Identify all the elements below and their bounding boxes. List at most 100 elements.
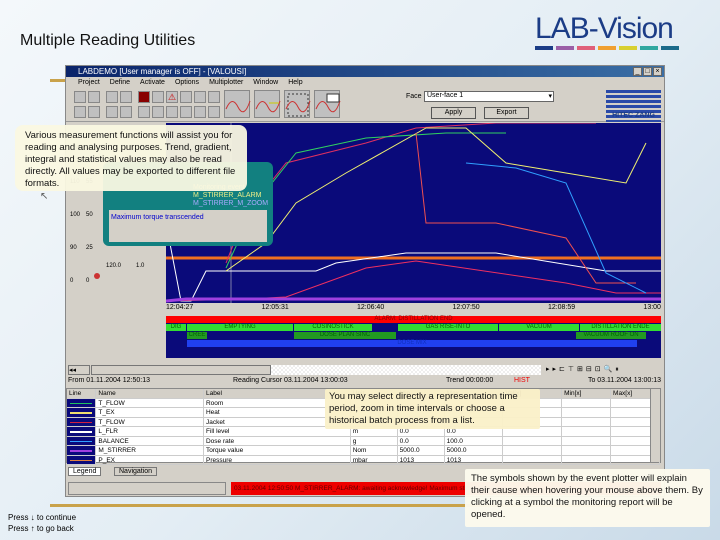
event-bar[interactable]: GAS RISE-INTO bbox=[398, 324, 498, 331]
table-row[interactable]: BALANCE Dose rate g 0.0 100.0 bbox=[67, 436, 660, 446]
tool-icon[interactable] bbox=[106, 91, 118, 103]
tool-icon[interactable] bbox=[194, 91, 206, 103]
table-scrollbar[interactable] bbox=[650, 389, 660, 462]
cell-label: Pressure bbox=[204, 455, 351, 464]
tab-navigation[interactable]: Navigation bbox=[114, 467, 158, 476]
cell-name: T_FLOW bbox=[96, 398, 204, 407]
event-bar[interactable]: VACUUM bbox=[499, 324, 579, 331]
tool-icon[interactable] bbox=[88, 106, 100, 118]
menu-multiplotter[interactable]: Multiplotter bbox=[209, 77, 243, 88]
event-bar[interactable]: DOSE MIX bbox=[187, 340, 637, 347]
event-bar[interactable]: DOSE PLAN SINC bbox=[294, 332, 396, 339]
minimize-button[interactable]: _ bbox=[633, 67, 642, 76]
line-swatch bbox=[67, 455, 97, 464]
event-bar[interactable]: EMPTYING bbox=[187, 324, 293, 331]
trend-line-temp bbox=[225, 127, 647, 272]
face-label: Face bbox=[406, 93, 422, 100]
maximize-button[interactable]: □ bbox=[643, 67, 652, 76]
menu-options[interactable]: Options bbox=[175, 77, 199, 88]
event-bar[interactable]: DIG bbox=[166, 324, 186, 331]
face-select-value: User-face 1 bbox=[427, 92, 464, 99]
tool-icon[interactable] bbox=[194, 106, 206, 118]
tab-legend[interactable]: Legend bbox=[68, 467, 102, 476]
event-bar[interactable]: VACUUM ROOF ON bbox=[576, 332, 646, 339]
to-time[interactable]: To 03.11.2004 13:00:13 bbox=[588, 377, 661, 384]
tool-icon[interactable] bbox=[138, 106, 150, 118]
export-button[interactable]: Export bbox=[484, 107, 529, 119]
time-axis: 12:04:27 12:05:31 12:06:40 12:07:50 12:08:59… bbox=[166, 304, 661, 314]
navigation-hint: Press ↓ to continue Press ↑ to go back bbox=[8, 512, 76, 534]
table-row[interactable]: M_STIRRER Torque value Nom 5000.0 5000.0 bbox=[67, 446, 660, 456]
toolbar: ⚠ Face User-face 1 ▾ Apply Export HITEC Z… bbox=[66, 88, 664, 122]
trend-curve-icon[interactable] bbox=[224, 90, 251, 118]
cell-unit: Nom bbox=[351, 446, 398, 455]
axis-3: 120.0 bbox=[106, 263, 122, 269]
column-header[interactable]: Min[x] bbox=[562, 389, 612, 398]
menu-activate[interactable]: Activate bbox=[140, 77, 165, 88]
window-titlebar: LABDEMO [User manager is OFF] - [VALOUSI… bbox=[66, 66, 664, 77]
cell-min: 0.0 bbox=[398, 436, 445, 445]
tool-icon[interactable] bbox=[180, 91, 192, 103]
event-bar[interactable]: DISTILLATION ENDE bbox=[580, 324, 661, 331]
table-row[interactable]: P_EX Pressure mbar 1013 1013 bbox=[67, 455, 660, 465]
hist-label[interactable]: HIST bbox=[514, 377, 530, 384]
scrollbar-thumb[interactable] bbox=[91, 365, 271, 375]
column-header[interactable]: Line bbox=[67, 389, 97, 398]
column-header[interactable]: Name bbox=[96, 389, 204, 398]
tool-icon[interactable] bbox=[208, 91, 220, 103]
chevron-down-icon: ▾ bbox=[548, 93, 552, 100]
tool-icon[interactable] bbox=[166, 106, 178, 118]
tool-icon[interactable] bbox=[180, 106, 192, 118]
integral-icon[interactable] bbox=[284, 90, 311, 118]
time-label: 12:08:59 bbox=[547, 304, 576, 311]
from-time[interactable]: From 01.11.2004 12:50:13 bbox=[68, 377, 150, 384]
time-label: 12:06:40 bbox=[356, 304, 385, 311]
tool-icon[interactable] bbox=[106, 106, 118, 118]
statistics-icon[interactable] bbox=[314, 90, 341, 118]
menu-help[interactable]: Help bbox=[288, 77, 302, 88]
trend-line-orange bbox=[415, 132, 636, 284]
tool-icon[interactable] bbox=[138, 91, 150, 103]
cell-unit: g bbox=[351, 436, 398, 445]
cell-name: M_STIRRER bbox=[96, 446, 204, 455]
tool-icon[interactable] bbox=[152, 91, 164, 103]
event-plotter[interactable]: ALARM: DISTILLATION END DIG EMPTYING COS… bbox=[166, 316, 661, 358]
axis-marker[interactable] bbox=[94, 273, 100, 279]
tool-icon[interactable] bbox=[208, 106, 220, 118]
close-button[interactable]: × bbox=[653, 67, 662, 76]
apply-button[interactable]: Apply bbox=[431, 107, 476, 119]
tool-icon[interactable] bbox=[120, 106, 132, 118]
event-bar[interactable]: CREE bbox=[187, 332, 207, 339]
cell-name: T_EX bbox=[96, 408, 204, 417]
face-select[interactable]: User-face 1 ▾ bbox=[424, 91, 554, 102]
event-bar[interactable]: COSINOSTICK bbox=[294, 324, 372, 331]
line-swatch bbox=[67, 446, 97, 455]
alarm-bar[interactable]: ALARM: DISTILLATION END bbox=[166, 316, 661, 323]
tool-icon[interactable] bbox=[152, 106, 164, 118]
tooltip-detail: Maximum torque transcended bbox=[109, 210, 267, 242]
callout-measurement: Various measurement functions will assis… bbox=[15, 125, 247, 191]
menu-window[interactable]: Window bbox=[253, 77, 278, 88]
zoom-toolbar[interactable]: ▸▸⊏⊤⊞⊟⊡🔍⏸ bbox=[546, 365, 661, 375]
time-label: 13:00 bbox=[643, 304, 661, 311]
tool-icon[interactable] bbox=[74, 106, 86, 118]
time-range-info: From 01.11.2004 12:50:13 Reading Cursor … bbox=[66, 377, 664, 387]
menu-define[interactable]: Define bbox=[110, 77, 130, 88]
cell-unit: mbar bbox=[351, 455, 398, 464]
reading-cursor-time: Reading Cursor 03.11.2004 13:00:03 bbox=[233, 377, 348, 384]
scrollbar-track[interactable] bbox=[271, 365, 541, 375]
scroll-start-button[interactable]: ◂◂ bbox=[68, 365, 90, 375]
time-scrollbar[interactable]: ◂◂ ▸▸⊏⊤⊞⊟⊡🔍⏸ bbox=[66, 364, 664, 376]
axis-4: 1.0 bbox=[136, 263, 145, 269]
tool-icon[interactable] bbox=[120, 91, 132, 103]
warning-icon[interactable]: ⚠ bbox=[166, 91, 178, 103]
trend-line-torque bbox=[165, 297, 661, 303]
cell-max: 5000.0 bbox=[445, 446, 504, 455]
mouse-pointer-icon: ↖ bbox=[40, 191, 49, 202]
tool-icon[interactable] bbox=[88, 91, 100, 103]
cell-label: Torque value bbox=[204, 446, 351, 455]
callout-time-period: You may select directly a representation… bbox=[325, 389, 540, 429]
menu-project[interactable]: Project bbox=[78, 77, 100, 88]
tool-icon[interactable] bbox=[74, 91, 86, 103]
gradient-icon[interactable] bbox=[254, 90, 281, 118]
